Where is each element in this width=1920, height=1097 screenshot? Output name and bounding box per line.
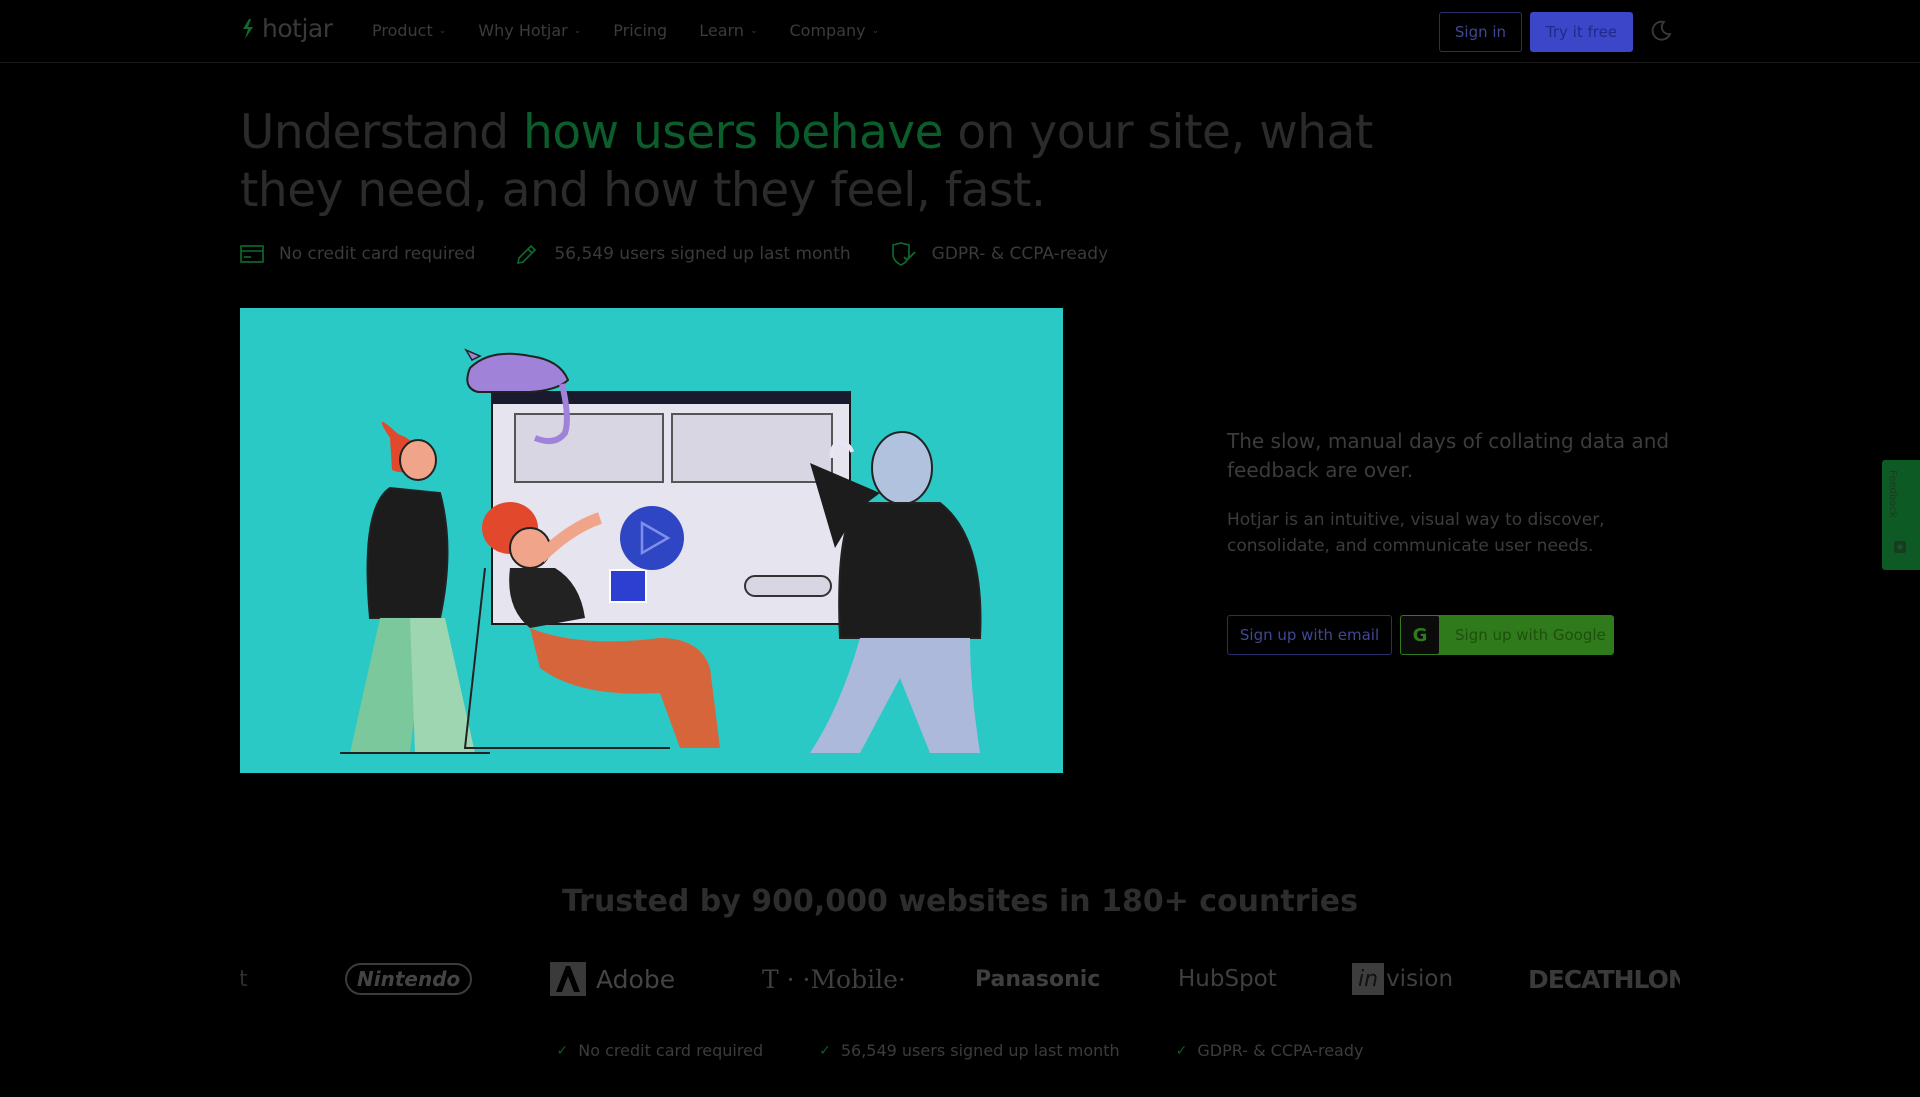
perk-label: 56,549 users signed up last month — [840, 1041, 1120, 1060]
headline-accent: how users behave — [523, 105, 943, 160]
sign-up-google-label: Sign up with Google — [1455, 626, 1606, 644]
logo-text: HubSpot — [1178, 966, 1277, 992]
sign-up-email-button[interactable]: Sign up with email — [1227, 615, 1392, 655]
logo-nintendo: Nintendo — [345, 956, 473, 1002]
logo-t-mobile: T · ·Mobile· — [762, 956, 906, 1002]
logo-text: Panasonic — [975, 966, 1101, 992]
check-icon: ✓ — [819, 1042, 831, 1059]
nav-item-pricing[interactable]: Pricing — [613, 21, 667, 40]
hotjar-feedback-icon — [1894, 541, 1906, 553]
perk-label: 56,549 users signed up last month — [554, 244, 851, 264]
logo-invision: in vision — [1352, 956, 1453, 1002]
perk-label: GDPR- & CCPA-ready — [1197, 1041, 1364, 1060]
chevron-down-icon: ⌄ — [573, 25, 582, 36]
nav-item-label: Pricing — [613, 21, 668, 40]
hero-pitch: The slow, manual days of collating data … — [1227, 429, 1670, 482]
hotjar-logo[interactable]: hotjar — [240, 14, 333, 43]
pencil-icon — [517, 244, 537, 265]
logo-text: vision — [1386, 966, 1454, 992]
customer-logo-strip: ·t Nintendo Adobe T · ·Mobile· Panasonic… — [240, 956, 1680, 1002]
nav-item-company[interactable]: Company ⌄ — [789, 21, 879, 40]
partial-logo: ·t — [240, 966, 248, 992]
sign-in-button[interactable]: Sign in — [1439, 12, 1522, 52]
perk-users-signed-up: 56,549 users signed up last month — [515, 242, 851, 266]
hero-perks: No credit card required 56,549 users sig… — [240, 242, 1148, 266]
nav-item-product[interactable]: Product ⌄ — [372, 21, 446, 40]
bottom-perk-gdpr: ✓ GDPR- & CCPA-ready — [1176, 1041, 1364, 1060]
dark-mode-moon-icon[interactable] — [1649, 19, 1673, 43]
headline-part: Understand — [240, 105, 524, 160]
logo-adobe: Adobe — [550, 956, 675, 1002]
adobe-mark-icon — [550, 962, 586, 996]
check-icon: ✓ — [1175, 1042, 1188, 1059]
perk-label: GDPR- & CCPA-ready — [931, 244, 1109, 264]
sign-up-google-button[interactable]: G Sign up with Google — [1400, 615, 1614, 655]
hero-video-illustration[interactable] — [240, 308, 1063, 773]
logo-hubspot: HubSpot — [1178, 956, 1277, 1002]
hero-illustration-image — [340, 348, 982, 754]
bottom-perk-users: ✓ 56,549 users signed up last month — [819, 1041, 1120, 1060]
logo-panasonic: Panasonic — [975, 956, 1100, 1002]
nav-item-label: Why Hotjar — [478, 21, 568, 40]
logo-text: T · ·Mobile· — [762, 964, 906, 994]
trusted-heading: Trusted by 900,000 websites in 180+ coun… — [561, 884, 1359, 919]
logo-text: DECATHLON — [1528, 964, 1680, 994]
perk-gdpr: GDPR- & CCPA-ready — [891, 242, 1108, 266]
nav-item-label: Learn — [699, 21, 744, 40]
logo-text: hotjar — [262, 14, 333, 43]
logo-text: Adobe — [596, 964, 676, 994]
google-icon: G — [1401, 616, 1439, 654]
hotjar-flame-icon — [243, 18, 253, 39]
nav-item-label: Product — [372, 21, 433, 40]
perk-no-credit-card: No credit card required — [240, 243, 475, 265]
chevron-down-icon: ⌄ — [438, 25, 447, 36]
nav-item-why-hotjar[interactable]: Why Hotjar ⌄ — [478, 21, 581, 40]
logo-decathlon: DECATHLON — [1528, 956, 1680, 1002]
nav-item-label: Company — [789, 21, 866, 40]
hero-description: Hotjar is an intuitive, visual way to di… — [1227, 510, 1605, 556]
try-free-button[interactable]: Try it free — [1530, 12, 1633, 52]
feedback-tab-label: Feedback — [1887, 470, 1898, 518]
nav-item-learn[interactable]: Learn ⌄ — [699, 21, 757, 40]
credit-card-icon — [240, 245, 264, 263]
shield-check-icon — [891, 242, 916, 266]
bottom-perk-no-credit-card: ✓ No credit card required — [557, 1041, 764, 1060]
perk-label: No credit card required — [279, 244, 476, 264]
logo-text: Nintendo — [345, 963, 473, 995]
logo-text: in — [1352, 963, 1385, 995]
bottom-perks: ✓ No credit card required ✓ 56,549 users… — [0, 1041, 1920, 1060]
hero-headline: Understand how users behave on your site… — [240, 104, 1470, 220]
chevron-down-icon: ⌄ — [871, 25, 880, 36]
check-icon: ✓ — [556, 1042, 569, 1059]
top-nav: hotjar Product ⌄ Why Hotjar ⌄ Pricing Le… — [0, 0, 1920, 63]
chevron-down-icon: ⌄ — [749, 25, 758, 36]
main-menu: Product ⌄ Why Hotjar ⌄ Pricing Learn ⌄ C… — [372, 21, 911, 40]
perk-label: No credit card required — [578, 1041, 764, 1060]
